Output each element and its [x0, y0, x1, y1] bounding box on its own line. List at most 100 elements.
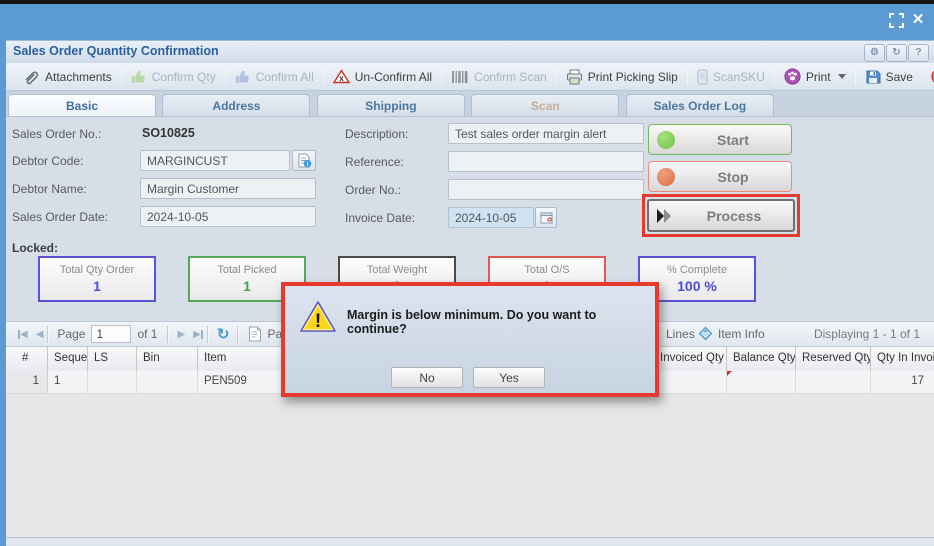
print-dropdown-caret-icon	[837, 74, 846, 79]
maximize-icon[interactable]	[889, 13, 904, 28]
printer-icon	[566, 69, 582, 84]
column-header-ls[interactable]: LS	[88, 347, 137, 371]
tab-strip: Basic Address Shipping Scan Sales Order …	[6, 91, 934, 117]
reserved-qty-cell[interactable]	[796, 371, 871, 393]
scansku-button[interactable]: ScanSKU	[688, 68, 774, 85]
toolbar-separator	[167, 325, 170, 343]
qty-in-invoice-cell[interactable]: 17	[871, 371, 934, 393]
sales-order-date-label: Sales Order Date:	[12, 210, 109, 224]
column-header-invoiced-qty[interactable]: Invoiced Qty	[654, 347, 727, 371]
bin-cell[interactable]	[137, 371, 198, 393]
item-info-button[interactable]: Item Info	[698, 326, 765, 341]
tab-shipping[interactable]: Shipping	[316, 94, 465, 116]
balance-qty-cell[interactable]	[727, 371, 796, 393]
debtor-name-field[interactable]: Margin Customer	[140, 178, 316, 199]
pack-label-fragment[interactable]: Pa	[267, 327, 282, 341]
panel-settings-icon[interactable]: ⚙	[864, 44, 885, 62]
sequence-cell[interactable]: 1	[48, 371, 88, 393]
unconfirm-all-button[interactable]: x Un-Confirm All	[324, 69, 441, 84]
debtor-code-field[interactable]: MARGINCUST	[140, 150, 290, 171]
sales-order-no-label: Sales Order No.:	[12, 127, 102, 141]
confirm-qty-button[interactable]: Confirm Qty	[122, 69, 225, 84]
tab-sales-order-log[interactable]: Sales Order Log	[625, 94, 774, 116]
column-header-qty-in-invoice[interactable]: Qty In Invoice	[871, 347, 934, 371]
total-qty-order-box: Total Qty Order 1	[38, 256, 156, 302]
sales-order-date-field[interactable]: 2024-10-05	[140, 206, 316, 227]
debtor-lookup-button[interactable]: i	[292, 150, 316, 171]
confirm-scan-button[interactable]: Confirm Scan	[442, 70, 556, 84]
print-button[interactable]: Print	[775, 68, 855, 85]
attachments-button[interactable]: Attachments	[14, 69, 121, 85]
paw-print-icon	[784, 68, 801, 85]
prev-page-icon[interactable]: ◀	[36, 329, 44, 340]
toolbar-separator	[237, 325, 240, 343]
margin-warning-dialog: ! Margin is below minimum. Do you want t…	[281, 282, 659, 397]
reference-field[interactable]	[448, 151, 644, 172]
description-label: Description:	[345, 127, 409, 141]
displaying-status: Displaying 1 - 1 of 1	[813, 327, 920, 341]
pack-document-icon[interactable]	[248, 326, 262, 342]
description-field[interactable]: Test sales order margin alert	[448, 123, 644, 144]
svg-text:i: i	[306, 161, 308, 168]
order-no-label: Order No.:	[345, 183, 402, 197]
last-page-icon[interactable]: ▶	[193, 329, 203, 340]
column-header-reserved-qty[interactable]: Reserved Qty	[796, 347, 871, 371]
panel-refresh-icon[interactable]: ↻	[886, 44, 907, 62]
first-page-icon[interactable]: ◀	[18, 329, 28, 340]
window-top-edge	[0, 0, 934, 4]
column-header-item[interactable]: Item	[198, 347, 287, 371]
item-cell[interactable]: PEN509	[198, 371, 287, 393]
panel-title: Sales Order Quantity Confirmation	[13, 44, 219, 58]
page-number-input[interactable]: 1	[91, 325, 132, 343]
column-header-balance-qty[interactable]: Balance Qty	[727, 347, 796, 371]
grid-refresh-icon[interactable]: ↻	[217, 325, 230, 343]
next-page-icon[interactable]: ▶	[177, 329, 185, 340]
yes-button[interactable]: Yes	[473, 367, 545, 388]
debtor-name-label: Debtor Name:	[12, 182, 87, 196]
window-close-icon[interactable]: ✕	[910, 11, 926, 29]
panel-help-icon[interactable]: ?	[908, 44, 929, 62]
confirm-all-button[interactable]: Confirm All	[226, 69, 323, 84]
stop-button[interactable]: Stop	[648, 161, 792, 192]
tab-basic[interactable]: Basic	[8, 94, 156, 116]
thumbs-up-green-icon	[131, 70, 145, 83]
save-button[interactable]: Save	[856, 69, 922, 85]
column-header-bin[interactable]: Bin	[137, 347, 198, 371]
dialog-message: Margin is below minimum. Do you want to …	[347, 308, 597, 336]
tab-address[interactable]: Address	[162, 94, 311, 116]
tab-scan: Scan	[471, 94, 620, 116]
start-dot-icon	[657, 130, 675, 149]
ls-cell[interactable]	[88, 371, 137, 393]
app-window: ✕ Sales Order Quantity Confirmation ⚙ ↻ …	[0, 0, 934, 546]
toolbar-separator	[206, 325, 209, 343]
stop-dot-icon	[657, 167, 675, 186]
column-header-num[interactable]: #	[6, 347, 48, 371]
no-button[interactable]: No	[391, 367, 463, 388]
invoice-date-field[interactable]: 2024-10-05	[448, 207, 534, 228]
tag-icon	[698, 326, 713, 341]
process-arrows-icon	[657, 208, 671, 223]
locked-label: Locked:	[12, 241, 59, 255]
svg-text:x: x	[339, 74, 344, 83]
calendar-icon	[540, 212, 552, 224]
print-picking-slip-button[interactable]: Print Picking Slip	[557, 69, 687, 85]
reference-label: Reference:	[345, 155, 404, 169]
calendar-button[interactable]	[535, 207, 557, 228]
column-header-sequence[interactable]: Sequence	[48, 347, 88, 371]
start-button[interactable]: Start	[648, 124, 792, 155]
close-button[interactable]: Close	[922, 68, 934, 85]
lines-label-fragment[interactable]: Lines	[666, 327, 695, 341]
svg-text:!: !	[315, 311, 321, 332]
page-label: Page	[57, 327, 86, 341]
invoiced-qty-cell[interactable]	[654, 371, 727, 393]
order-no-field[interactable]	[448, 179, 644, 200]
invoice-date-label: Invoice Date:	[345, 211, 416, 225]
toolbar-separator	[47, 325, 50, 343]
row-number-cell: 1	[6, 371, 48, 393]
floppy-save-icon	[866, 70, 881, 83]
sales-order-no-value: SO10825	[142, 126, 195, 140]
process-button[interactable]: Process	[647, 199, 795, 232]
main-toolbar: Attachments Confirm Qty Confirm All x Un…	[6, 63, 934, 91]
thumbs-up-blue-icon	[235, 70, 249, 83]
barcode-icon	[452, 70, 468, 83]
